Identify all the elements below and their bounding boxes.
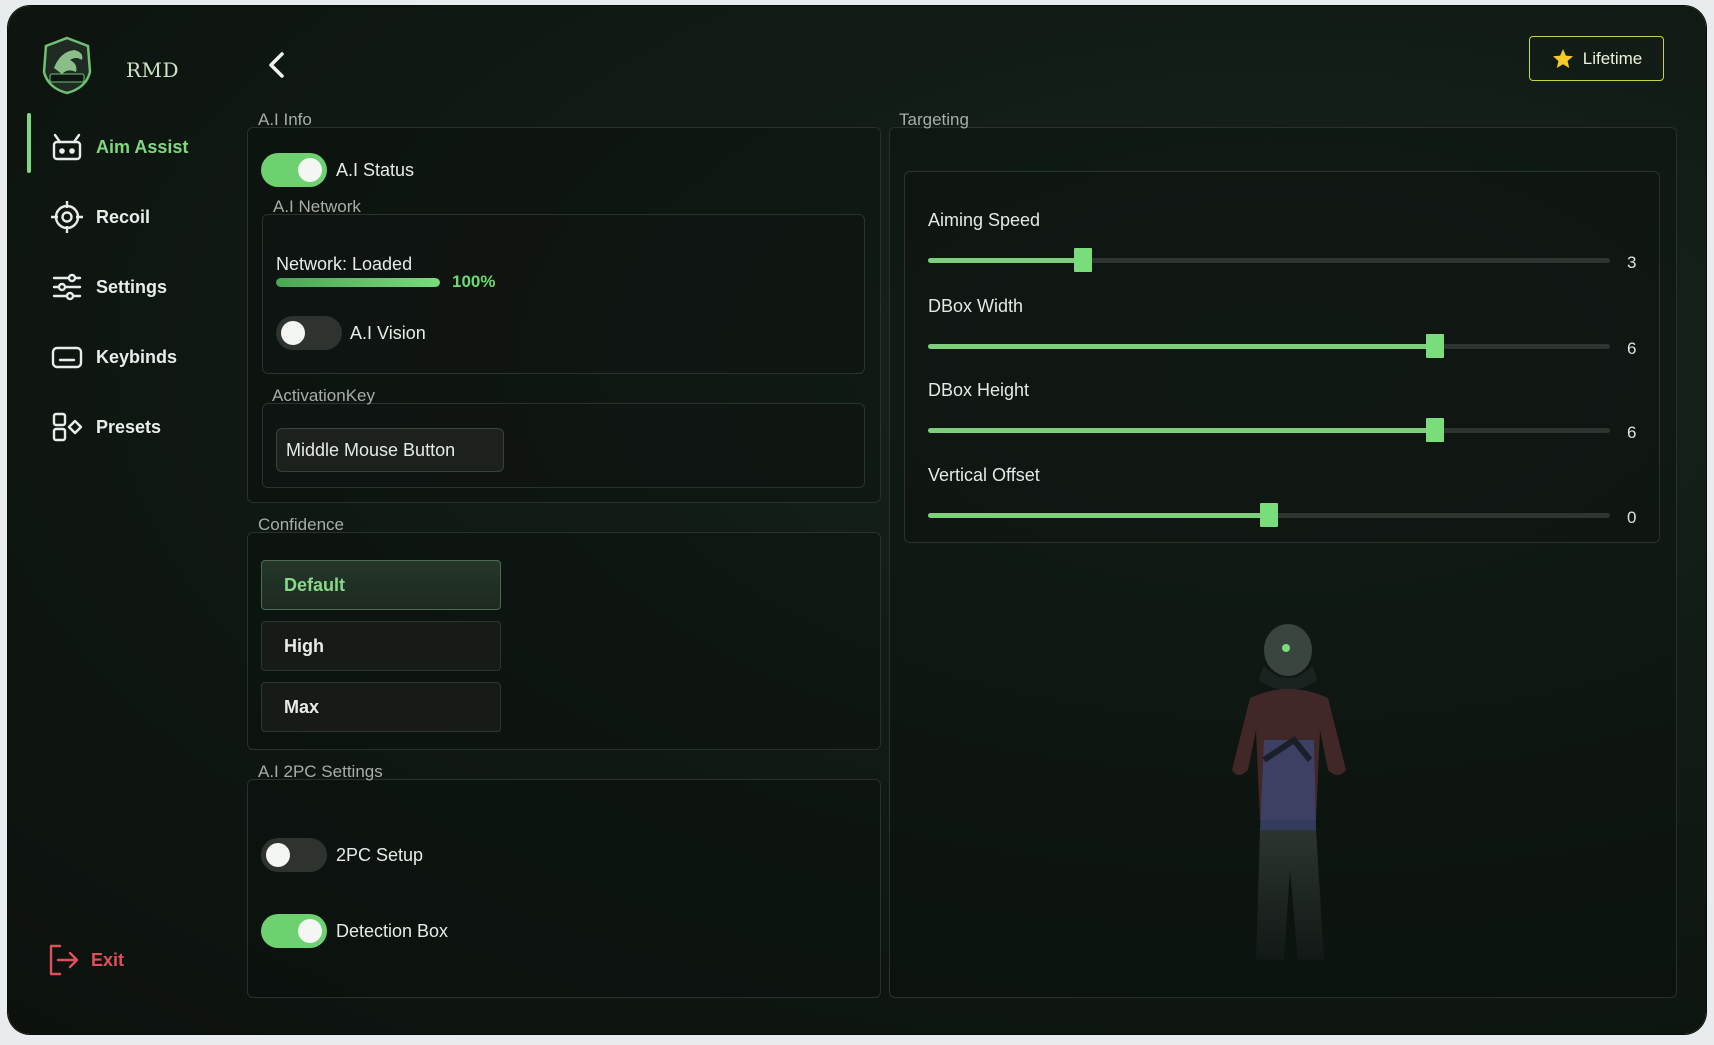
sidebar-item-label: Aim Assist (96, 136, 189, 157)
slider-fill (928, 344, 1435, 349)
slider-fill (928, 428, 1435, 433)
star-icon (1552, 48, 1573, 68)
activation-key-button[interactable]: Middle Mouse Button (276, 428, 504, 472)
slider-thumb[interactable] (1260, 503, 1278, 527)
dbox-width-slider[interactable] (928, 334, 1610, 358)
robot-icon (52, 133, 82, 161)
lifetime-badge[interactable]: Lifetime (1529, 36, 1664, 81)
network-progress-bar (276, 278, 440, 287)
sidebar-item-label: Presets (96, 416, 162, 437)
toggle-knob (266, 843, 290, 867)
confidence-high-button[interactable]: High (261, 621, 501, 671)
ai-info-title: A.I Info (258, 110, 312, 129)
sidebar-item-settings[interactable]: Settings (50, 270, 167, 304)
confidence-max-button[interactable]: Max (261, 682, 501, 732)
confidence-default-button[interactable]: Default (261, 560, 501, 610)
dbox-height-value: 6 (1627, 423, 1637, 442)
dbox-height-label: DBox Height (928, 380, 1030, 400)
vertical-offset-value: 0 (1627, 508, 1637, 527)
slider-thumb[interactable] (1074, 248, 1093, 272)
toggle-knob (281, 321, 305, 345)
activation-key-title: ActivationKey (272, 386, 375, 405)
character-preview-image (1232, 624, 1346, 960)
ai-network-box (262, 214, 865, 374)
sidebar-item-label: Settings (96, 276, 168, 297)
logout-icon (49, 944, 79, 976)
sidebar-item-recoil[interactable]: Recoil (50, 200, 150, 234)
2pc-setup-label: 2PC Setup (336, 845, 424, 865)
sidebar-item-aim-assist[interactable]: Aim Assist (50, 130, 188, 164)
brand-name: RMD (126, 58, 180, 82)
network-progress-text: 100% (452, 272, 496, 291)
confidence-title: Confidence (258, 515, 345, 534)
progress-fill (276, 278, 440, 287)
active-indicator (27, 113, 31, 173)
2pc-setup-toggle[interactable] (261, 838, 327, 872)
exit-label: Exit (91, 949, 125, 970)
ai-2pc-title: A.I 2PC Settings (258, 762, 383, 781)
vertical-offset-slider[interactable] (928, 503, 1610, 527)
dbox-width-label: DBox Width (928, 296, 1024, 316)
slider-thumb[interactable] (1425, 334, 1444, 358)
lifetime-label: Lifetime (1582, 48, 1643, 68)
targeting-title: Targeting (899, 110, 969, 129)
slider-fill (928, 258, 1084, 263)
aiming-speed-label: Aiming Speed (928, 210, 1041, 230)
network-status: Network: Loaded (276, 254, 413, 274)
ai-vision-label: A.I Vision (350, 323, 426, 343)
detection-box-toggle[interactable] (261, 914, 327, 948)
vertical-offset-label: Vertical Offset (928, 465, 1040, 485)
sidebar-item-label: Recoil (96, 206, 151, 227)
dragon-emblem-icon (42, 36, 92, 95)
ai-status-label: A.I Status (336, 160, 415, 180)
dbox-height-slider[interactable] (928, 418, 1610, 442)
shapes-icon (52, 412, 83, 442)
ai-network-title: A.I Network (273, 197, 361, 216)
exit-button[interactable]: Exit (47, 943, 124, 977)
sidebar-item-presets[interactable]: Presets (50, 410, 161, 444)
toggle-knob (298, 919, 322, 943)
keyboard-icon (51, 346, 83, 369)
ai-vision-toggle[interactable] (276, 316, 342, 350)
sidebar-item-label: Keybinds (96, 346, 178, 367)
slider-fill (928, 513, 1269, 518)
ai-status-toggle[interactable] (261, 153, 327, 187)
sidebar-item-keybinds[interactable]: Keybinds (50, 340, 177, 374)
dbox-width-value: 6 (1627, 339, 1637, 358)
back-arrow-icon[interactable] (262, 48, 292, 82)
crosshair-icon (51, 201, 83, 233)
slider-thumb[interactable] (1425, 418, 1444, 442)
ai-2pc-panel (247, 779, 881, 998)
toggle-knob (298, 158, 322, 182)
aiming-speed-value: 3 (1627, 253, 1637, 272)
aiming-speed-slider[interactable] (928, 248, 1610, 272)
sliders-icon (52, 273, 82, 301)
detection-box-label: Detection Box (336, 921, 449, 941)
